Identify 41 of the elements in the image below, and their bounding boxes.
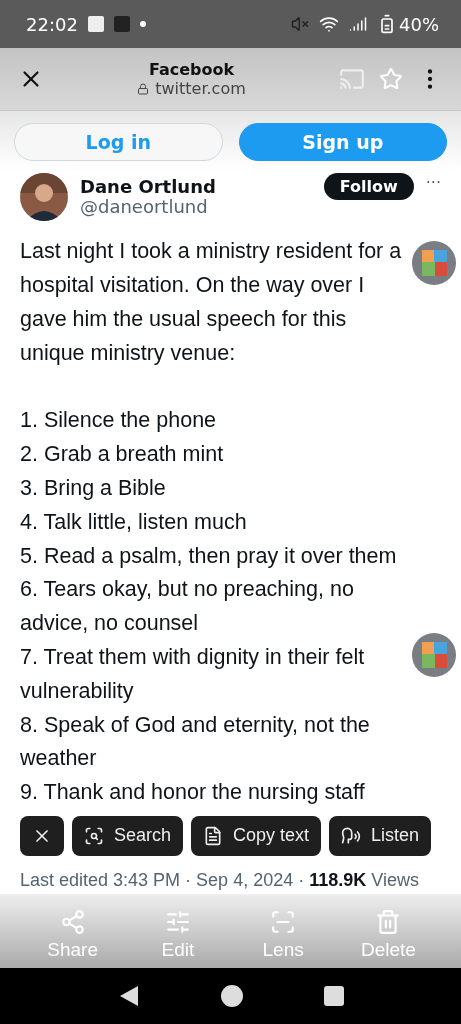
list-item: 8. Speak of God and eternity, not the weather bbox=[20, 711, 371, 773]
star-icon[interactable] bbox=[379, 67, 403, 92]
dot-icon bbox=[139, 21, 146, 28]
author-handle[interactable]: @daneortlund bbox=[80, 195, 312, 217]
sliders-icon bbox=[164, 908, 191, 935]
follow-button[interactable]: Follow bbox=[323, 173, 414, 201]
battery-level: 40% bbox=[399, 13, 439, 35]
page-title: Facebook bbox=[148, 60, 235, 80]
clock: 22:02 bbox=[26, 13, 78, 35]
mute-icon bbox=[291, 15, 309, 34]
list-item: 7. Treat them with dignity in their felt vulnerability bbox=[20, 644, 366, 705]
colorful-squares-icon[interactable] bbox=[411, 240, 457, 286]
list-item: 3. Bring a Bible bbox=[20, 475, 167, 502]
list-item: 9. Thank and honor the nursing staff bbox=[20, 779, 366, 807]
scan-icon bbox=[270, 908, 297, 935]
notification-icon bbox=[113, 16, 130, 33]
tweet-meta: Last edited 3:43 PM · Sep 4, 2024 · 118.9K Views bbox=[19, 868, 420, 892]
signal-icon bbox=[349, 15, 367, 34]
share-icon bbox=[59, 908, 86, 935]
notification-icon bbox=[87, 16, 104, 33]
list-item: 1. Silence the phone bbox=[20, 407, 218, 435]
close-chip[interactable] bbox=[20, 815, 64, 856]
home-icon[interactable] bbox=[219, 984, 244, 1008]
copy-chip[interactable]: Copy text bbox=[191, 815, 322, 856]
listen-chip[interactable]: Listen bbox=[329, 815, 432, 856]
lock-icon bbox=[137, 82, 150, 95]
speaking-person-icon bbox=[341, 825, 362, 846]
tweet-text: Last night I took a ministry resident for a hospital visitation. On the way over I gave him the usual speech for this unique ministry venue: bbox=[20, 238, 403, 367]
search-icon bbox=[84, 825, 104, 846]
author-name[interactable]: Dane Ortlund bbox=[80, 177, 312, 196]
more-options[interactable]: ··· bbox=[425, 173, 441, 193]
recents-icon[interactable] bbox=[323, 986, 344, 1006]
list-item: 6. Tears okay, but no preaching, no advice, no counsel bbox=[20, 576, 355, 638]
colorful-squares-icon[interactable] bbox=[411, 632, 457, 678]
list-item: 5. Read a psalm, then pray it over them bbox=[20, 542, 398, 570]
list-item: 4. Talk little, listen much bbox=[20, 508, 248, 536]
search-chip[interactable]: Search bbox=[72, 815, 184, 856]
trash-icon bbox=[375, 908, 402, 935]
list-item: 2. Grab a breath mint bbox=[20, 441, 225, 469]
url: twitter.com bbox=[155, 79, 246, 99]
document-icon bbox=[203, 825, 224, 846]
